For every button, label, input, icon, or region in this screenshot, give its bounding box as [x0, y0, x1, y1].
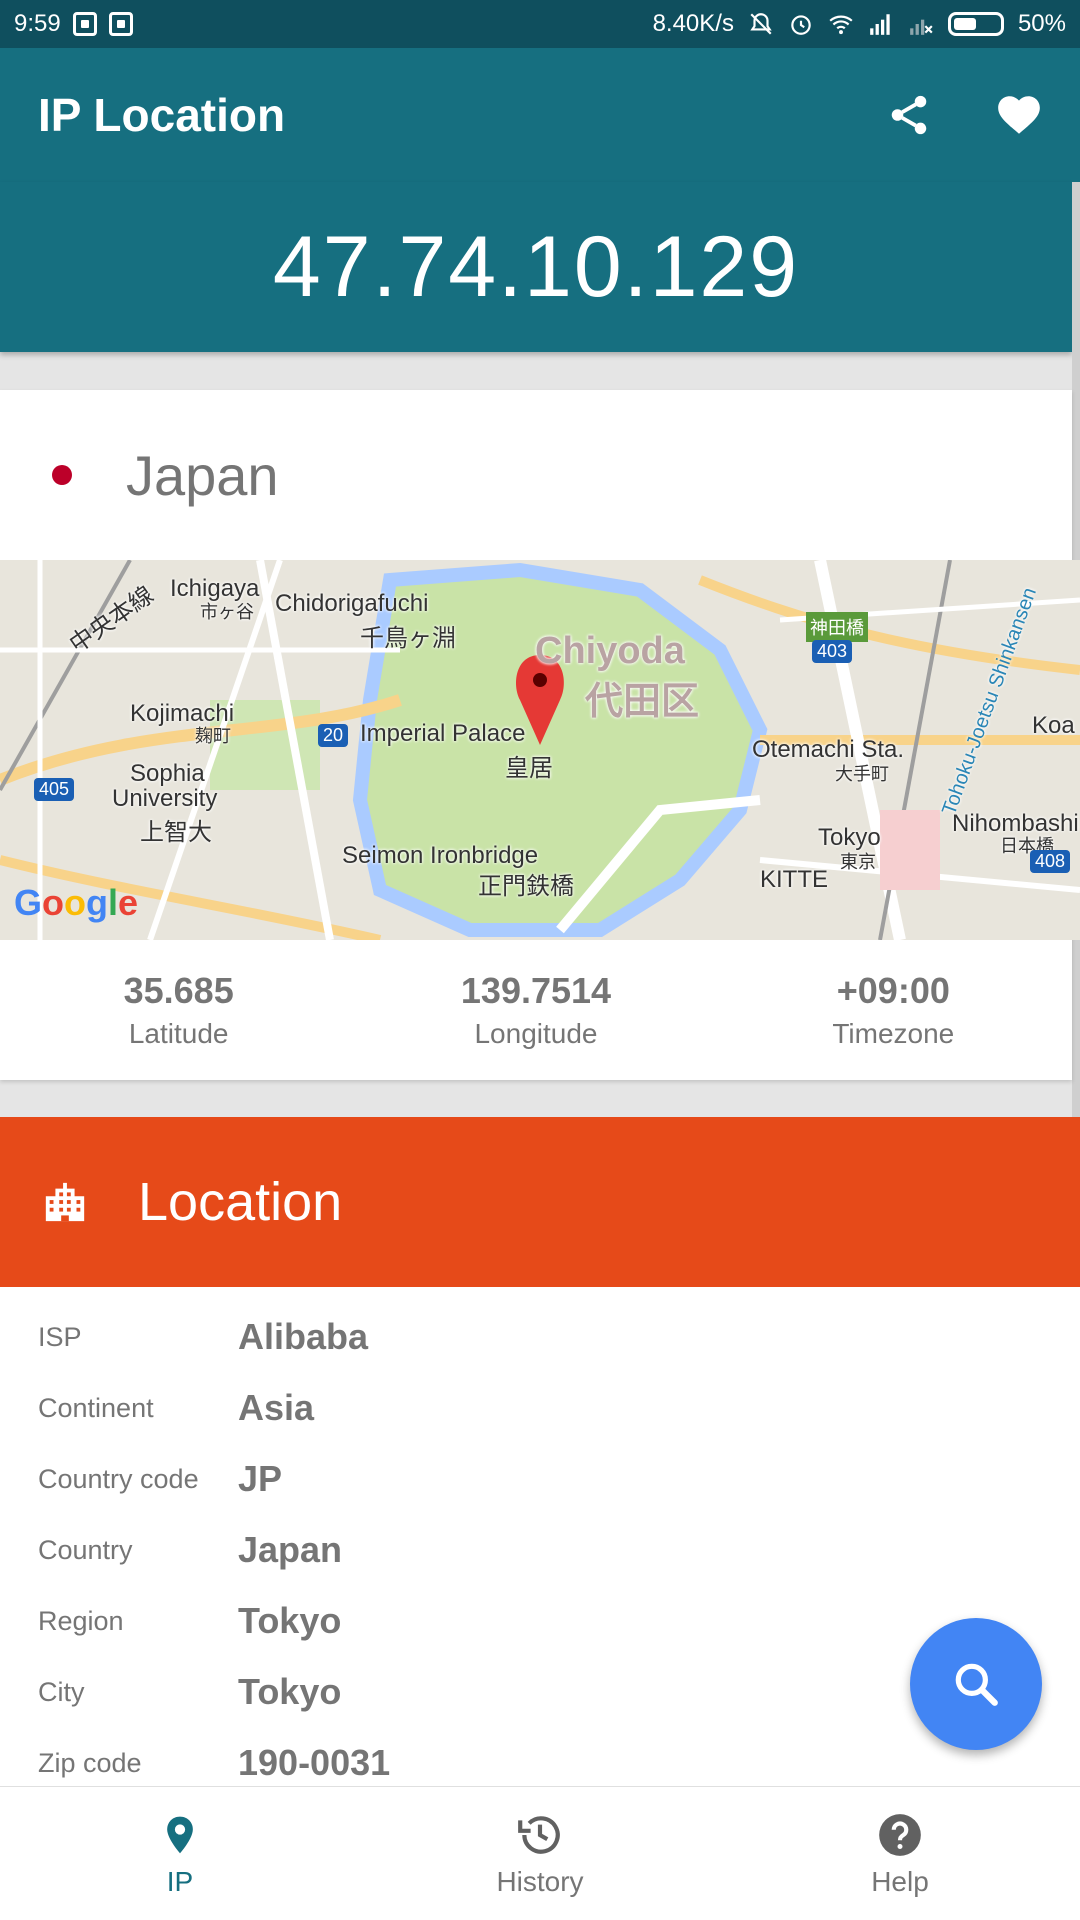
map-label: Chidorigafuchi: [275, 590, 429, 617]
favorite-button[interactable]: [994, 90, 1044, 140]
location-section-title: Location: [138, 1172, 343, 1232]
nav-label: History: [496, 1865, 584, 1897]
detail-label: Region: [38, 1605, 124, 1636]
country-card: Japan Chidorigafuchi 千鳥ヶ淵 Chiyoda 代田区 Im…: [0, 390, 1080, 1080]
timezone-stat: +09:00 Timezone: [715, 970, 1072, 1050]
share-button[interactable]: [884, 90, 934, 140]
nav-item-help[interactable]: Help: [720, 1787, 1080, 1920]
detail-row-isp: ISP Alibaba: [0, 1307, 1080, 1367]
detail-value: 190-0031: [238, 1742, 391, 1783]
map-label: 20: [318, 724, 349, 747]
signal-icon: [870, 14, 890, 35]
detail-value: Japan: [238, 1529, 343, 1570]
latitude-value: 35.685: [123, 970, 234, 1011]
nav-label: Help: [871, 1865, 929, 1897]
map-label: 403: [812, 640, 853, 663]
map-label: 市ヶ谷: [200, 602, 254, 622]
map-label: 千鳥ヶ淵: [360, 625, 456, 652]
location-section-header: Location: [0, 1117, 1080, 1287]
nav-item-ip[interactable]: IP: [0, 1787, 360, 1920]
help-icon: [879, 1813, 921, 1856]
detail-label: Continent: [38, 1392, 154, 1423]
longitude-stat: 139.7514 Longitude: [357, 970, 714, 1050]
map-label: Koa: [1032, 712, 1075, 739]
google-logo: Google: [14, 882, 139, 923]
no-signal-icon: [910, 19, 933, 35]
map-label: 405: [34, 778, 75, 801]
detail-row-zip-code: Zip code 190-0031: [0, 1733, 1080, 1793]
detail-value: JP: [238, 1458, 283, 1499]
notification-icon: [108, 12, 133, 36]
map-label: 神田橋: [806, 612, 868, 642]
detail-value: Tokyo: [238, 1600, 342, 1641]
notification-icon: [72, 12, 97, 36]
map-label: 代田区: [585, 681, 700, 723]
share-icon: [891, 95, 927, 135]
detail-label: ISP: [38, 1321, 82, 1352]
building-icon: [45, 1182, 85, 1222]
latitude-label: Latitude: [128, 1018, 229, 1049]
timezone-label: Timezone: [832, 1018, 955, 1049]
status-bar: 9:59 8.40K/s 50%: [0, 0, 1080, 48]
detail-row-country-code: Country code JP: [0, 1449, 1080, 1509]
latitude-stat: 35.685 Latitude: [0, 970, 357, 1050]
map-label: 東京: [840, 852, 876, 872]
detail-value: Alibaba: [238, 1316, 369, 1357]
map-label: Sophia: [130, 760, 205, 787]
ip-banner: 47.74.10.129: [0, 182, 1072, 352]
battery-icon: [947, 12, 1004, 36]
flag-icon: [52, 465, 72, 485]
bottom-navigation: IP History Help: [0, 1786, 1080, 1920]
detail-row-region: Region Tokyo: [0, 1591, 1080, 1651]
location-pin-icon: [167, 1816, 193, 1853]
app-title: IP Location: [38, 89, 286, 141]
map-label: Imperial Palace: [360, 720, 526, 747]
detail-value: Asia: [238, 1387, 315, 1428]
map[interactable]: Chidorigafuchi 千鳥ヶ淵 Chiyoda 代田区 Imperial…: [0, 560, 1080, 940]
longitude-label: Longitude: [474, 1018, 598, 1049]
map-label: 408: [1030, 850, 1071, 873]
search-fab[interactable]: [910, 1618, 1042, 1750]
alarm-icon: [791, 15, 811, 35]
wifi-icon: [829, 15, 853, 35]
country-name: Japan: [126, 443, 279, 507]
map-label: University: [112, 785, 218, 812]
coordinates-stats: 35.685 Latitude 139.7514 Longitude +09:0…: [0, 940, 1072, 1080]
detail-row-country: Country Japan: [0, 1520, 1080, 1580]
nav-label: IP: [166, 1865, 194, 1897]
detail-label: Country: [38, 1534, 133, 1565]
status-time: 9:59: [14, 10, 61, 37]
detail-label: Country code: [38, 1463, 199, 1494]
map-label: Chiyoda: [535, 630, 685, 672]
timezone-value: +09:00: [836, 970, 950, 1011]
map-label: KITTE: [760, 866, 829, 893]
app-bar: IP Location: [0, 48, 1080, 182]
search-icon: [955, 1663, 998, 1706]
map-label: 正門鉄橋: [478, 873, 574, 900]
map-label: 皇居: [505, 755, 553, 782]
heart-icon: [998, 96, 1040, 134]
map-label: 大手町: [835, 764, 889, 784]
country-row: Japan: [0, 390, 1072, 560]
detail-label: Zip code: [38, 1747, 142, 1778]
nav-item-history[interactable]: History: [360, 1787, 720, 1920]
network-speed: 8.40K/s: [652, 10, 734, 37]
ip-address[interactable]: 47.74.10.129: [273, 218, 799, 317]
detail-label: City: [38, 1676, 85, 1707]
longitude-value: 139.7514: [460, 970, 612, 1011]
battery-level: 50%: [1017, 10, 1066, 37]
history-icon: [518, 1815, 560, 1854]
detail-row-continent: Continent Asia: [0, 1378, 1080, 1438]
map-label: 上智大: [140, 819, 212, 846]
map-label: 麹町: [195, 726, 231, 746]
detail-value: Tokyo: [238, 1671, 342, 1712]
mute-icon: [750, 13, 772, 35]
